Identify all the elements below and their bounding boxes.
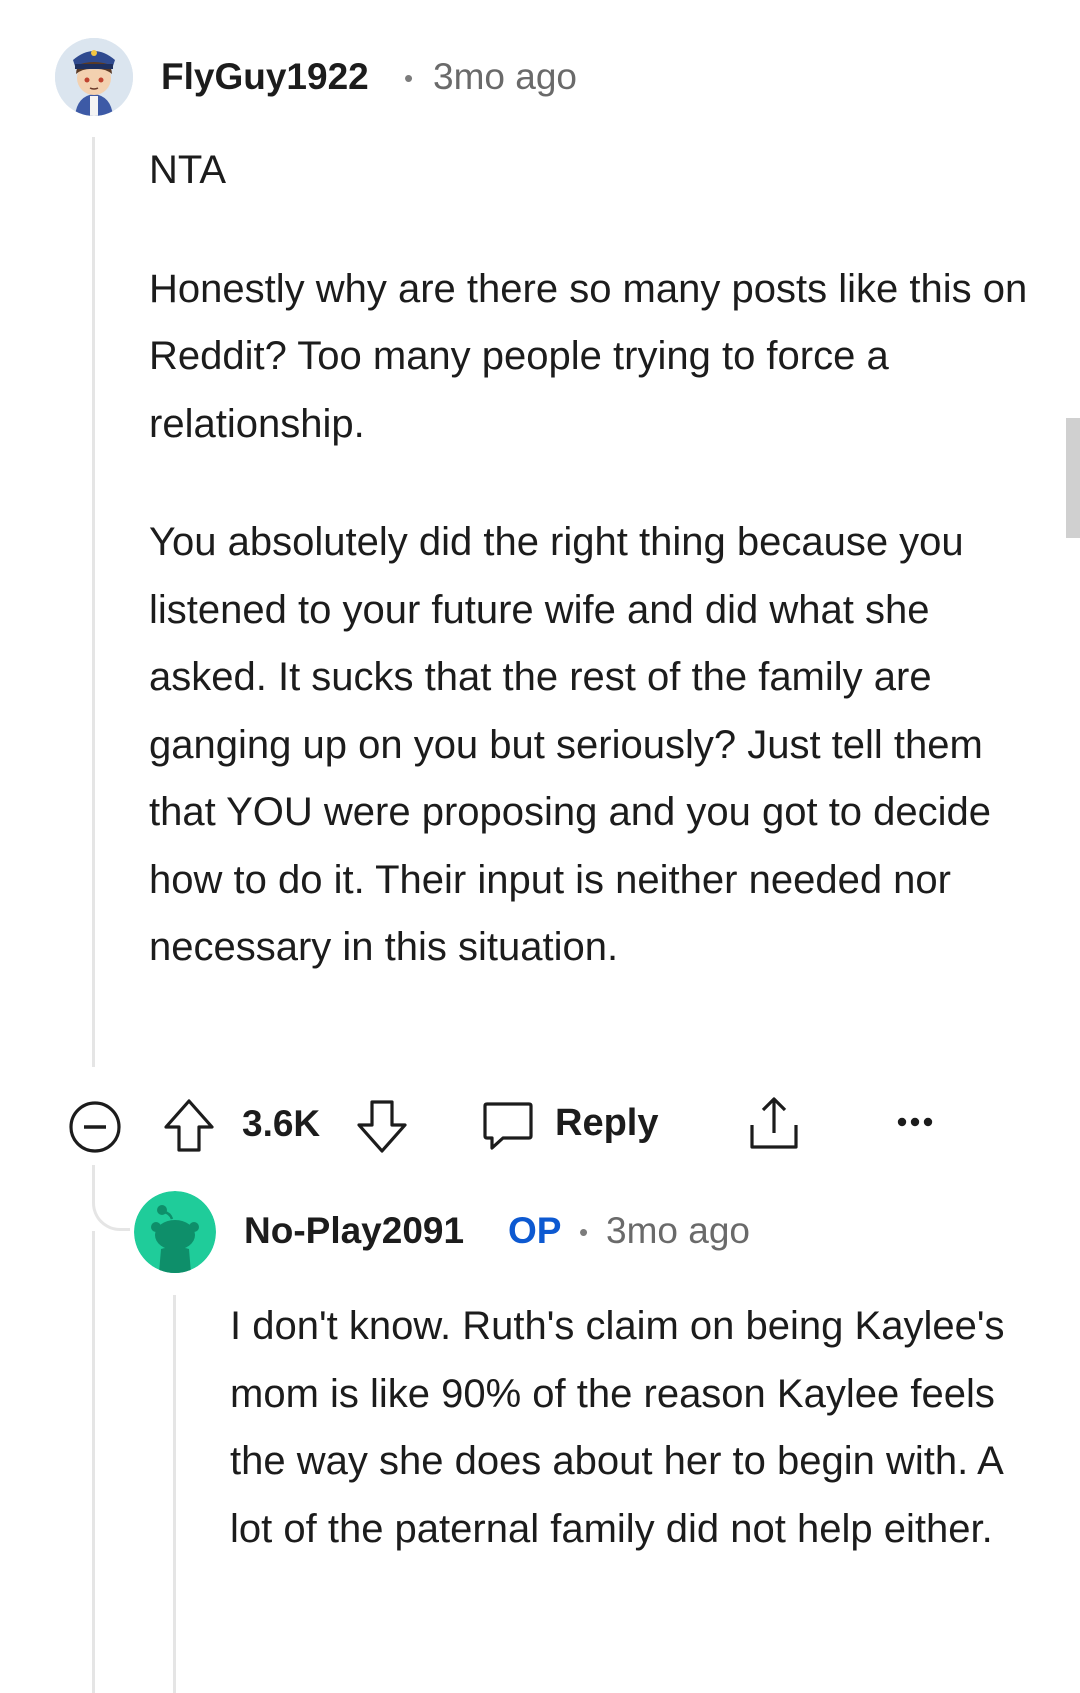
meta-separator: • <box>404 63 414 93</box>
reply-button[interactable]: Reply <box>555 1102 658 1145</box>
more-dots-icon[interactable] <box>897 1115 933 1129</box>
arrow-up-icon[interactable] <box>162 1097 216 1155</box>
comment-body: NTA Honestly why are there so many posts… <box>149 137 1029 982</box>
minus-circle-icon[interactable] <box>68 1100 122 1154</box>
comment-paragraph: Honestly why are there so many posts lik… <box>149 266 1028 446</box>
reply-body: I don't know. Ruth's claim on being Kayl… <box>230 1293 1030 1563</box>
comment-timestamp: 3mo ago <box>433 56 577 97</box>
arrow-down-icon[interactable] <box>355 1097 409 1155</box>
reply-username[interactable]: No-Play2091 <box>244 1210 464 1252</box>
share-icon[interactable] <box>746 1095 802 1153</box>
vote-count: 3.6K <box>242 1103 321 1144</box>
op-badge: OP <box>508 1210 562 1251</box>
speech-bubble-icon[interactable] <box>481 1099 535 1153</box>
reply-connector-line <box>92 1165 130 1231</box>
reply-thread-line[interactable] <box>173 1295 176 1693</box>
comment-thread-line[interactable] <box>92 137 95 1067</box>
scrollbar-thumb[interactable] <box>1066 418 1080 538</box>
comment-username[interactable]: FlyGuy1922 <box>161 56 369 98</box>
reply-paragraph: I don't know. Ruth's claim on being Kayl… <box>230 1304 1005 1551</box>
comment-action-bar: 3.6K Reply <box>0 1085 1080 1161</box>
snoo-default-avatar-icon <box>134 1191 216 1273</box>
parent-thread-line[interactable] <box>92 1231 95 1693</box>
police-cap-avatar-icon <box>55 38 133 116</box>
reply-timestamp: 3mo ago <box>606 1210 750 1251</box>
meta-separator: • <box>579 1217 589 1247</box>
reply-avatar[interactable] <box>134 1191 216 1273</box>
comment-paragraph: NTA <box>149 148 227 192</box>
user-avatar[interactable] <box>55 38 133 116</box>
comment-paragraph: You absolutely did the right thing becau… <box>149 520 992 969</box>
